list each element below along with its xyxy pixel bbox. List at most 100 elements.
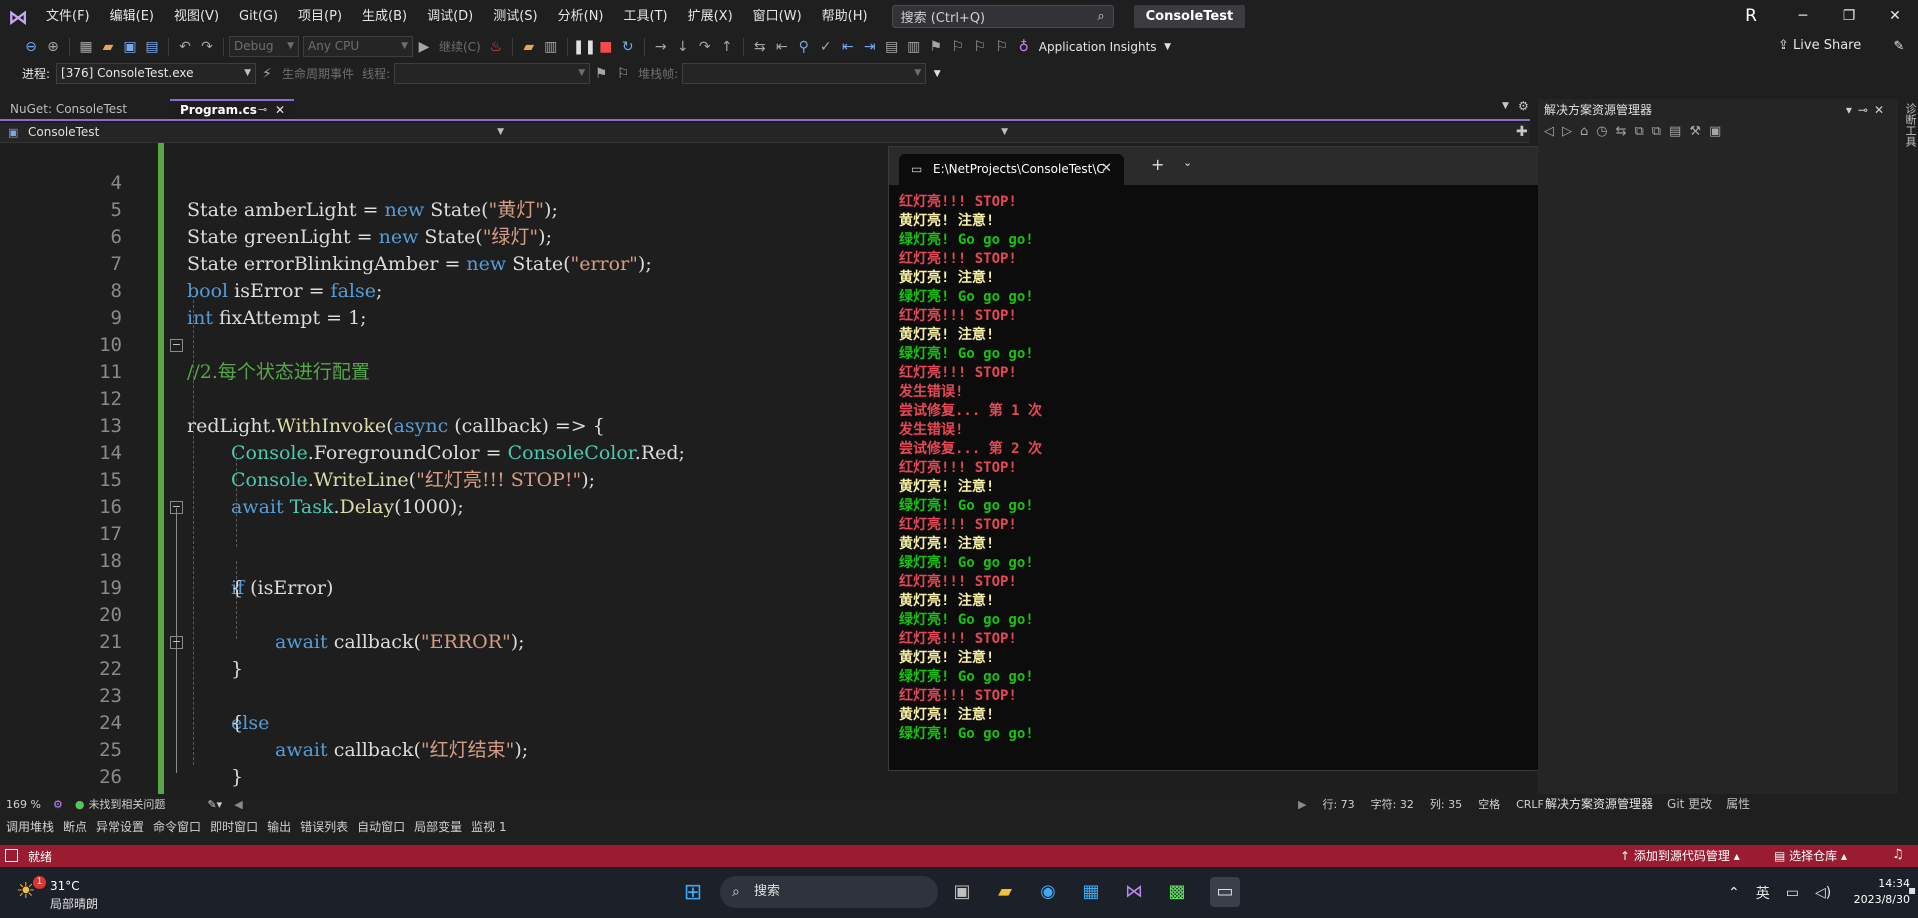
- solution-platform-select[interactable]: Any CPU ▼: [303, 36, 413, 57]
- close-tab-icon[interactable]: ✕: [275, 101, 285, 119]
- stack-frame-select[interactable]: ▼: [682, 63, 927, 84]
- zoom-select[interactable]: 169 %: [0, 798, 47, 811]
- add-to-source-control-button[interactable]: ↑ 添加到源代码管理 ▴: [1620, 845, 1740, 867]
- line-ending-indicator[interactable]: CRLF: [1508, 798, 1552, 811]
- tab-git-changes[interactable]: Git 更改: [1660, 794, 1719, 814]
- terminal-tab[interactable]: ▭ E:\NetProjects\ConsoleTest\C ✕: [899, 154, 1124, 185]
- whitespace-indicator[interactable]: 空格: [1470, 796, 1508, 812]
- live-share-button[interactable]: ⇪ Live Share: [1778, 38, 1861, 53]
- open-file-icon[interactable]: ▰: [97, 36, 119, 58]
- menu-debug[interactable]: 调试(D): [417, 0, 483, 33]
- menu-git[interactable]: Git(G): [229, 0, 288, 33]
- tab-error-list[interactable]: 错误列表: [294, 817, 351, 837]
- tab-watch-1[interactable]: 监视 1: [465, 817, 509, 837]
- collapse-toggle-icon[interactable]: −: [170, 339, 183, 352]
- tab-output[interactable]: 输出: [261, 817, 294, 837]
- menu-extensions[interactable]: 扩展(X): [678, 0, 743, 33]
- layout-icon[interactable]: ▥: [540, 36, 562, 58]
- scroll-left-icon[interactable]: ◀: [228, 798, 248, 811]
- menu-tools[interactable]: 工具(T): [614, 0, 678, 33]
- taskbar-clock[interactable]: 14:34 2023/8/30: [1836, 876, 1910, 908]
- notification-center-icon[interactable]: ▪: [1908, 883, 1916, 897]
- volume-icon[interactable]: ◁): [1815, 885, 1831, 901]
- thread-filter-icon[interactable]: ⚐: [612, 63, 634, 85]
- chevron-down-icon[interactable]: ⌄: [1183, 156, 1192, 169]
- intellicode-icon[interactable]: ⚙: [47, 798, 69, 811]
- network-icon[interactable]: ▭: [1786, 885, 1799, 901]
- restore-icon[interactable]: ❐: [1826, 0, 1872, 33]
- bookmark-icon[interactable]: ⚑: [925, 36, 947, 58]
- continue-icon[interactable]: ▶: [413, 36, 435, 58]
- save-icon[interactable]: ▣: [119, 36, 141, 58]
- chevron-down-icon[interactable]: ▼: [1161, 36, 1175, 58]
- tab-program-cs[interactable]: Program.cs ⊸ ✕: [170, 99, 294, 119]
- tab-solution-explorer[interactable]: 解决方案资源管理器: [1538, 794, 1660, 814]
- outdent-icon[interactable]: ⇤: [837, 36, 859, 58]
- lifecycle-events-icon[interactable]: ⚡: [256, 63, 278, 85]
- pin-icon[interactable]: ⊸: [258, 101, 267, 119]
- select-repository-button[interactable]: ▤ 选择仓库 ▴: [1774, 845, 1847, 867]
- menu-edit[interactable]: 编辑(E): [100, 0, 164, 33]
- taskbar-search[interactable]: ⌕ 搜索: [720, 876, 938, 908]
- step-backward-icon[interactable]: ⇤: [771, 36, 793, 58]
- weather-widget[interactable]: ☀ 1 31°C 局部晴朗: [16, 873, 136, 913]
- uncomment-icon[interactable]: ▥: [903, 36, 925, 58]
- navigate-forward-icon[interactable]: ⊕: [42, 36, 64, 58]
- menu-help[interactable]: 帮助(H): [812, 0, 878, 33]
- tab-exception-settings[interactable]: 异常设置: [90, 817, 147, 837]
- scroll-right-icon[interactable]: ▶: [1290, 798, 1314, 811]
- issues-indicator[interactable]: 未找到相关问题: [69, 796, 172, 812]
- new-item-icon[interactable]: ▦: [75, 36, 97, 58]
- close-icon[interactable]: ✕: [1872, 0, 1918, 33]
- menu-window[interactable]: 窗口(W): [743, 0, 812, 33]
- solution-configuration-select[interactable]: Debug ▼: [229, 36, 299, 57]
- edge-browser-icon[interactable]: ◉: [1033, 877, 1063, 907]
- step-out-icon[interactable]: ↑: [716, 36, 738, 58]
- collapse-toggle-icon[interactable]: −: [170, 636, 183, 649]
- menu-file[interactable]: 文件(F): [36, 0, 100, 33]
- new-tab-icon[interactable]: +: [1151, 155, 1164, 174]
- tab-nuget-consoletest[interactable]: NuGet: ConsoleTest: [0, 99, 165, 119]
- application-insights-icon[interactable]: ♁: [1013, 36, 1035, 58]
- prev-bookmark-icon[interactable]: ⚐: [947, 36, 969, 58]
- application-insights-button[interactable]: Application Insights: [1039, 40, 1157, 54]
- clear-bookmarks-icon[interactable]: ⚐: [991, 36, 1013, 58]
- tab-autos[interactable]: 自动窗口: [351, 817, 408, 837]
- line-indicator[interactable]: 行: 73: [1314, 796, 1362, 812]
- undo-icon[interactable]: ↶: [174, 36, 196, 58]
- restart-icon[interactable]: ↻: [617, 36, 639, 58]
- redo-icon[interactable]: ↷: [196, 36, 218, 58]
- jetbrains-tool-icon[interactable]: ▩: [1162, 877, 1192, 907]
- hot-reload-icon[interactable]: ♨: [485, 36, 507, 58]
- tab-immediate-window[interactable]: 即时窗口: [204, 817, 261, 837]
- minimize-icon[interactable]: ─: [1780, 0, 1826, 33]
- windows-start-icon[interactable]: ⊞: [681, 881, 705, 905]
- tab-command-window[interactable]: 命令窗口: [147, 817, 204, 837]
- lifecycle-events-button[interactable]: 生命周期事件: [282, 65, 354, 82]
- member-navigation-select[interactable]: ▼: [510, 123, 1008, 142]
- stop-icon[interactable]: ■: [595, 36, 617, 58]
- tab-locals[interactable]: 局部变量: [408, 817, 465, 837]
- comment-icon[interactable]: ▤: [881, 36, 903, 58]
- split-editor-icon[interactable]: ✚: [1516, 123, 1528, 141]
- account-avatar[interactable]: R: [1740, 5, 1762, 27]
- continue-button[interactable]: 继续(C): [439, 38, 481, 55]
- step-into-icon[interactable]: ↓: [672, 36, 694, 58]
- thread-select[interactable]: ▼: [394, 63, 591, 84]
- menu-analyze[interactable]: 分析(N): [548, 0, 614, 33]
- file-explorer-icon[interactable]: ▰: [990, 877, 1020, 907]
- tab-list-dropdown-icon[interactable]: ▼: [1502, 101, 1509, 111]
- settings-icon[interactable]: ⚙: [1518, 99, 1529, 113]
- navigate-back-icon[interactable]: ⊖: [20, 36, 42, 58]
- solution-explorer-toolbar[interactable]: ◁▷⌂◷⇆⧉⧉▤⚒▣: [1538, 121, 1898, 143]
- terminal-app-icon[interactable]: ▭: [1210, 877, 1240, 907]
- tab-breakpoints[interactable]: 断点: [57, 817, 90, 837]
- menu-test[interactable]: 测试(S): [483, 0, 547, 33]
- filter-icon[interactable]: ⚲: [793, 36, 815, 58]
- menu-build[interactable]: 生成(B): [352, 0, 417, 33]
- next-bookmark-icon[interactable]: ⚐: [969, 36, 991, 58]
- indent-icon[interactable]: ⇥: [859, 36, 881, 58]
- chevron-down-icon[interactable]: ▼: [926, 63, 948, 85]
- tab-properties[interactable]: 属性: [1719, 794, 1757, 814]
- project-navigation-select[interactable]: ConsoleTest ▼: [8, 123, 504, 142]
